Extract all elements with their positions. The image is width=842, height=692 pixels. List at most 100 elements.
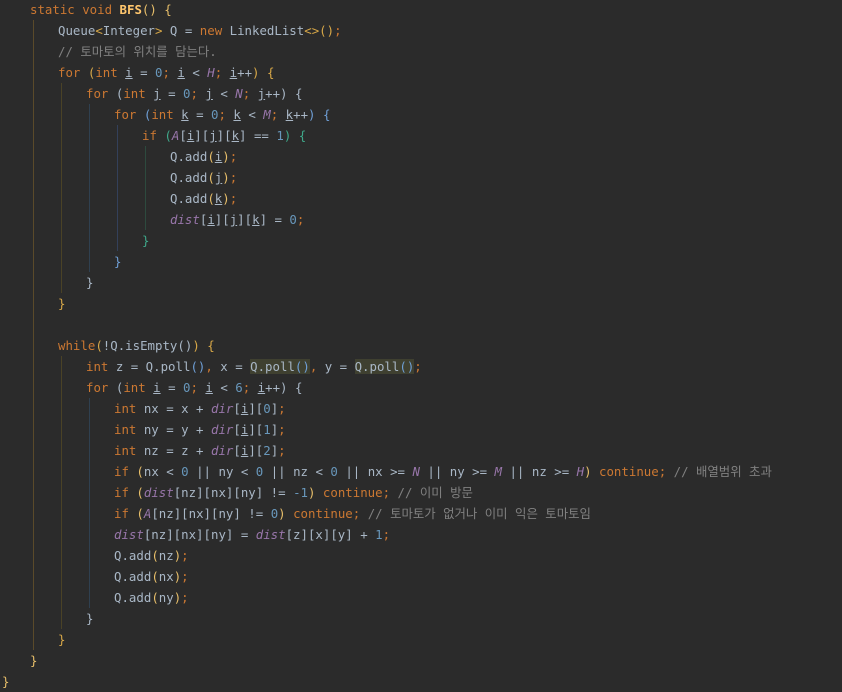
code-line[interactable]: } bbox=[86, 608, 93, 629]
code-token: int bbox=[86, 359, 116, 374]
code-token: ) { bbox=[308, 107, 331, 122]
code-line[interactable]: for (int i = 0; i < H; i++) { bbox=[58, 62, 274, 83]
code-token: continue bbox=[293, 506, 353, 521]
code-line[interactable]: Q.add(ny); bbox=[114, 587, 189, 608]
code-token: 6 bbox=[235, 380, 243, 395]
code-comment: // 토마토의 위치를 담는다. bbox=[58, 44, 217, 59]
code-line[interactable]: for (int j = 0; j < N; j++) { bbox=[86, 83, 302, 104]
code-token: } bbox=[86, 611, 94, 626]
code-token: = bbox=[132, 65, 156, 80]
code-token: k bbox=[252, 212, 260, 227]
code-token: ; bbox=[382, 485, 398, 500]
code-line[interactable]: Queue<Integer> Q = new LinkedList<>(); bbox=[58, 20, 342, 41]
code-token: ][ bbox=[194, 128, 210, 143]
code-editor[interactable]: static void BFS() {Queue<Integer> Q = ne… bbox=[0, 0, 842, 690]
code-token: ; bbox=[242, 380, 258, 395]
code-token: j bbox=[205, 86, 213, 101]
code-token: ) { bbox=[280, 380, 303, 395]
code-line[interactable]: while(!Q.isEmpty()) { bbox=[58, 335, 215, 356]
code-token: ++ bbox=[265, 380, 281, 395]
code-token: 0 bbox=[330, 464, 338, 479]
code-token: ) { bbox=[280, 86, 303, 101]
code-token: ( bbox=[207, 170, 215, 185]
code-token: < bbox=[212, 380, 236, 395]
code-token: Q.add bbox=[170, 149, 208, 164]
code-token: ; bbox=[352, 506, 368, 521]
code-line[interactable]: static void BFS() { bbox=[30, 0, 172, 20]
code-line[interactable]: Q.add(j); bbox=[170, 167, 237, 188]
code-token: ; bbox=[658, 464, 674, 479]
code-comment: // 이미 방문 bbox=[397, 485, 473, 500]
code-line[interactable]: for (int k = 0; k < M; k++) { bbox=[114, 104, 330, 125]
code-line[interactable]: if (dist[nz][nx][ny] != -1) continue; //… bbox=[114, 482, 473, 503]
code-token: [nz][nx][ny] != bbox=[173, 485, 294, 500]
code-line[interactable]: } bbox=[30, 650, 37, 671]
code-token: ( bbox=[151, 590, 159, 605]
code-token: while bbox=[58, 338, 96, 353]
code-token: ; bbox=[382, 527, 391, 542]
code-line[interactable]: for (int i = 0; i < 6; i++) { bbox=[86, 377, 302, 398]
code-token: < bbox=[212, 86, 236, 101]
code-token: ; bbox=[278, 443, 286, 458]
code-token: ] = bbox=[259, 212, 290, 227]
code-token: } bbox=[2, 674, 10, 689]
code-line[interactable]: Q.add(i); bbox=[170, 146, 237, 167]
code-line[interactable]: int nz = z + dir[i][2]; bbox=[114, 440, 286, 461]
code-line[interactable]: int nx = x + dir[i][0]; bbox=[114, 398, 286, 419]
code-line[interactable]: if (A[nz][nx][ny] != 0) continue; // 토마토… bbox=[114, 503, 591, 524]
code-line[interactable]: int ny = y + dir[i][1]; bbox=[114, 419, 286, 440]
code-line[interactable]: Q.add(k); bbox=[170, 188, 237, 209]
code-token: k bbox=[181, 107, 189, 122]
code-line[interactable]: } bbox=[2, 671, 9, 692]
code-line[interactable]: } bbox=[86, 272, 93, 293]
code-line[interactable]: } bbox=[142, 230, 149, 251]
code-line[interactable]: // 토마토의 위치를 담는다. bbox=[58, 41, 217, 62]
code-token: BFS bbox=[119, 2, 142, 17]
code-token: int bbox=[114, 443, 144, 458]
code-comment: // 토마토가 없거나 이미 익은 토마토임 bbox=[367, 506, 591, 521]
code-token: ; bbox=[181, 569, 189, 584]
code-token: dist bbox=[143, 485, 174, 500]
code-token: [ bbox=[233, 443, 241, 458]
code-token: z = Q.poll bbox=[115, 359, 191, 374]
code-line[interactable]: } bbox=[58, 293, 65, 314]
code-token: < bbox=[184, 65, 208, 80]
code-token: k bbox=[285, 107, 294, 122]
code-line[interactable]: Q.add(nz); bbox=[114, 545, 189, 566]
code-token: ) { bbox=[283, 128, 307, 143]
code-token: ][ bbox=[214, 212, 230, 227]
code-token: j bbox=[209, 128, 217, 143]
code-line[interactable]: if (nx < 0 || ny < 0 || nz < 0 || nx >= … bbox=[114, 461, 772, 482]
code-line[interactable]: } bbox=[58, 629, 65, 650]
code-token: !Q.isEmpty bbox=[102, 338, 178, 353]
code-token: 1 bbox=[276, 128, 284, 143]
code-token: ++ bbox=[265, 86, 281, 101]
code-token: ) bbox=[222, 170, 230, 185]
code-line[interactable]: dist[i][j][k] = 0; bbox=[170, 209, 304, 230]
code-token: () bbox=[399, 359, 415, 374]
code-token: ( bbox=[151, 569, 159, 584]
code-token: 0 bbox=[289, 212, 297, 227]
code-token: } bbox=[114, 254, 122, 269]
code-line[interactable]: int z = Q.poll(), x = Q.poll(), y = Q.po… bbox=[86, 356, 422, 377]
code-line[interactable]: Q.add(nx); bbox=[114, 566, 189, 587]
code-token: Queue bbox=[58, 23, 96, 38]
code-token: ( bbox=[136, 506, 144, 521]
code-token: continue bbox=[599, 464, 659, 479]
code-token: i bbox=[207, 212, 215, 227]
code-line[interactable]: if (A[i][j][k] == 1) { bbox=[142, 125, 306, 146]
code-line[interactable]: dist[nz][nx][ny] = dist[z][x][y] + 1; bbox=[114, 524, 390, 545]
code-token: ][ bbox=[216, 128, 232, 143]
code-token: [nz][nx][ny] = bbox=[143, 527, 256, 542]
code-token: ( bbox=[136, 464, 144, 479]
code-line[interactable]: } bbox=[114, 251, 121, 272]
code-token: 1 bbox=[375, 527, 383, 542]
code-token: ; bbox=[229, 149, 238, 164]
code-token: dir bbox=[210, 422, 234, 437]
code-token: Integer bbox=[102, 23, 155, 38]
code-token: Q = bbox=[162, 23, 200, 38]
code-token: || nz < bbox=[263, 464, 331, 479]
code-token: int bbox=[123, 86, 154, 101]
code-token: } bbox=[142, 233, 150, 248]
code-token: nz bbox=[158, 548, 174, 563]
